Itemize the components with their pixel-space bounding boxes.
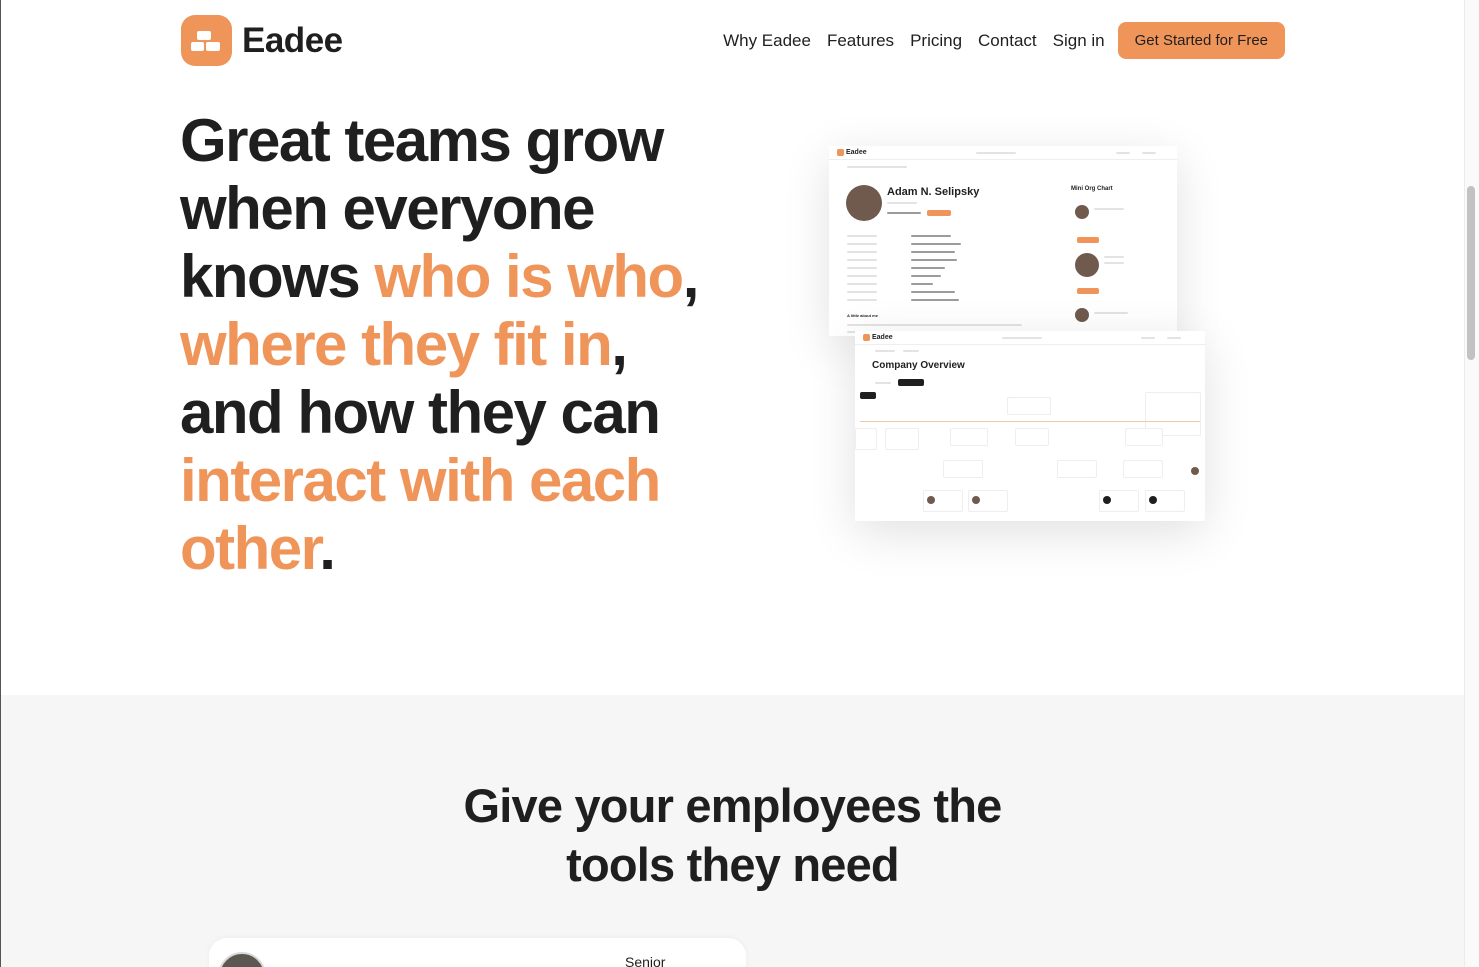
hero-accent-where-they-fit: where they fit in xyxy=(180,311,613,378)
hero-line-1: Great teams grow xyxy=(180,107,664,174)
features-section: Give your employees the tools they need … xyxy=(1,695,1464,967)
about-me-title: A little about me xyxy=(847,313,878,318)
hero-accent-who-is-who: who is who xyxy=(374,243,684,310)
scrollbar-track[interactable] xyxy=(1464,0,1479,967)
mini-logo: Eadee xyxy=(837,149,867,156)
features-heading: Give your employees the tools they need xyxy=(463,779,1003,891)
mini-logo: Eadee xyxy=(863,334,893,341)
hero-accent-interact: interact with each xyxy=(180,447,661,514)
nav-why-eadee[interactable]: Why Eadee xyxy=(723,31,811,51)
hero-line-3: knows xyxy=(180,243,375,310)
logo-text: Eadee xyxy=(242,20,343,60)
hero-punct-2: , xyxy=(611,311,628,378)
company-overview-screenshot: Eadee Company Overview xyxy=(855,331,1205,521)
hero-punct-1: , xyxy=(682,243,700,310)
profile-screenshot: Eadee Adam N. Selipsky Mini Org Chart A … xyxy=(829,146,1177,336)
hero-line-2: when everyone xyxy=(180,175,596,242)
profile-avatar xyxy=(846,185,882,221)
employee-avatar xyxy=(218,952,266,967)
nav-sign-in[interactable]: Sign in xyxy=(1053,31,1105,51)
company-overview-title: Company Overview xyxy=(872,360,965,371)
employee-title-label: Senior xyxy=(625,954,666,967)
mini-org-chart-title: Mini Org Chart xyxy=(1071,186,1113,192)
hero-punct-3: . xyxy=(319,515,336,582)
main-nav: Why Eadee Features Pricing Contact Sign … xyxy=(707,22,1285,59)
logo[interactable]: Eadee xyxy=(181,15,343,66)
profile-name: Adam N. Selipsky xyxy=(887,186,980,198)
get-started-button[interactable]: Get Started for Free xyxy=(1117,22,1285,59)
scrollbar-thumb[interactable] xyxy=(1467,186,1475,360)
hero-line-5: and how they can xyxy=(180,379,661,446)
nav-pricing[interactable]: Pricing xyxy=(910,31,962,51)
employee-card: Senior xyxy=(209,938,746,967)
hero-headline: Great teams grow when everyone knows who… xyxy=(180,107,740,583)
logo-mark-icon xyxy=(181,15,232,66)
hero-accent-other: other xyxy=(180,515,321,582)
nav-features[interactable]: Features xyxy=(827,31,894,51)
nav-contact[interactable]: Contact xyxy=(978,31,1037,51)
